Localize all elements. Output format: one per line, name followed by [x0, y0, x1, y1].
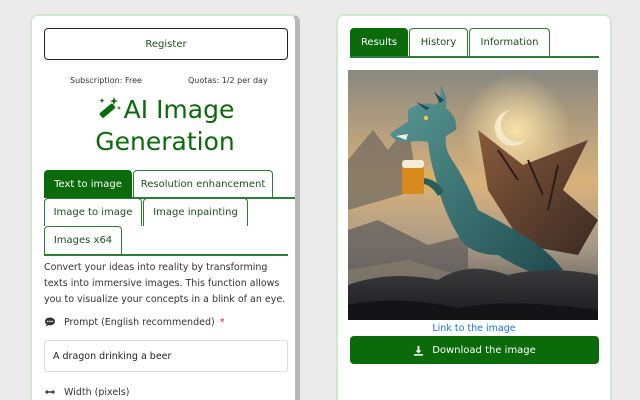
tab-image-to-image[interactable]: Image to image	[44, 198, 142, 226]
tab-image-inpainting[interactable]: Image inpainting	[143, 198, 248, 226]
image-link[interactable]: Link to the image	[338, 323, 610, 334]
horizontal-arrows-icon	[45, 389, 55, 395]
results-panel: Results History Information Link to the …	[336, 14, 612, 400]
magic-wand-icon	[99, 97, 121, 118]
width-label-text: Width (pixels)	[64, 386, 130, 398]
title-line-1: AI Image	[123, 95, 235, 124]
tab-information[interactable]: Information	[469, 28, 550, 56]
results-tabs-divider	[350, 56, 599, 58]
title-line-2: Generation	[95, 127, 235, 156]
page-title: AI Image Generation	[32, 94, 295, 158]
tab-text-to-image[interactable]: Text to image	[44, 170, 132, 198]
prompt-label-text: Prompt (English recommended)	[64, 316, 215, 328]
tab-images-x64[interactable]: Images x64	[44, 226, 122, 254]
prompt-input[interactable]: A dragon drinking a beer	[44, 340, 288, 372]
subscription-label: Subscription: Free	[70, 76, 142, 85]
download-button[interactable]: Download the image	[350, 336, 599, 364]
download-label: Download the image	[432, 344, 536, 356]
feature-description: Convert your ideas into reality by trans…	[44, 262, 286, 305]
quota-label: Quotas: 1/2 per day	[188, 76, 268, 85]
generated-image	[348, 70, 598, 320]
tabs-bottom-divider	[44, 254, 288, 256]
generator-panel: Register Subscription: Free Quotas: 1/2 …	[30, 14, 300, 400]
download-icon	[414, 345, 424, 356]
speech-bubble-icon	[45, 317, 55, 327]
register-button[interactable]: Register	[44, 28, 288, 60]
required-marker: *	[219, 316, 225, 328]
tab-results[interactable]: Results	[350, 28, 408, 56]
tab-history[interactable]: History	[409, 28, 468, 56]
tab-resolution-enhancement[interactable]: Resolution enhancement	[133, 170, 273, 198]
width-label: Width (pixels)	[44, 386, 129, 398]
prompt-label: Prompt (English recommended) *	[44, 316, 224, 328]
